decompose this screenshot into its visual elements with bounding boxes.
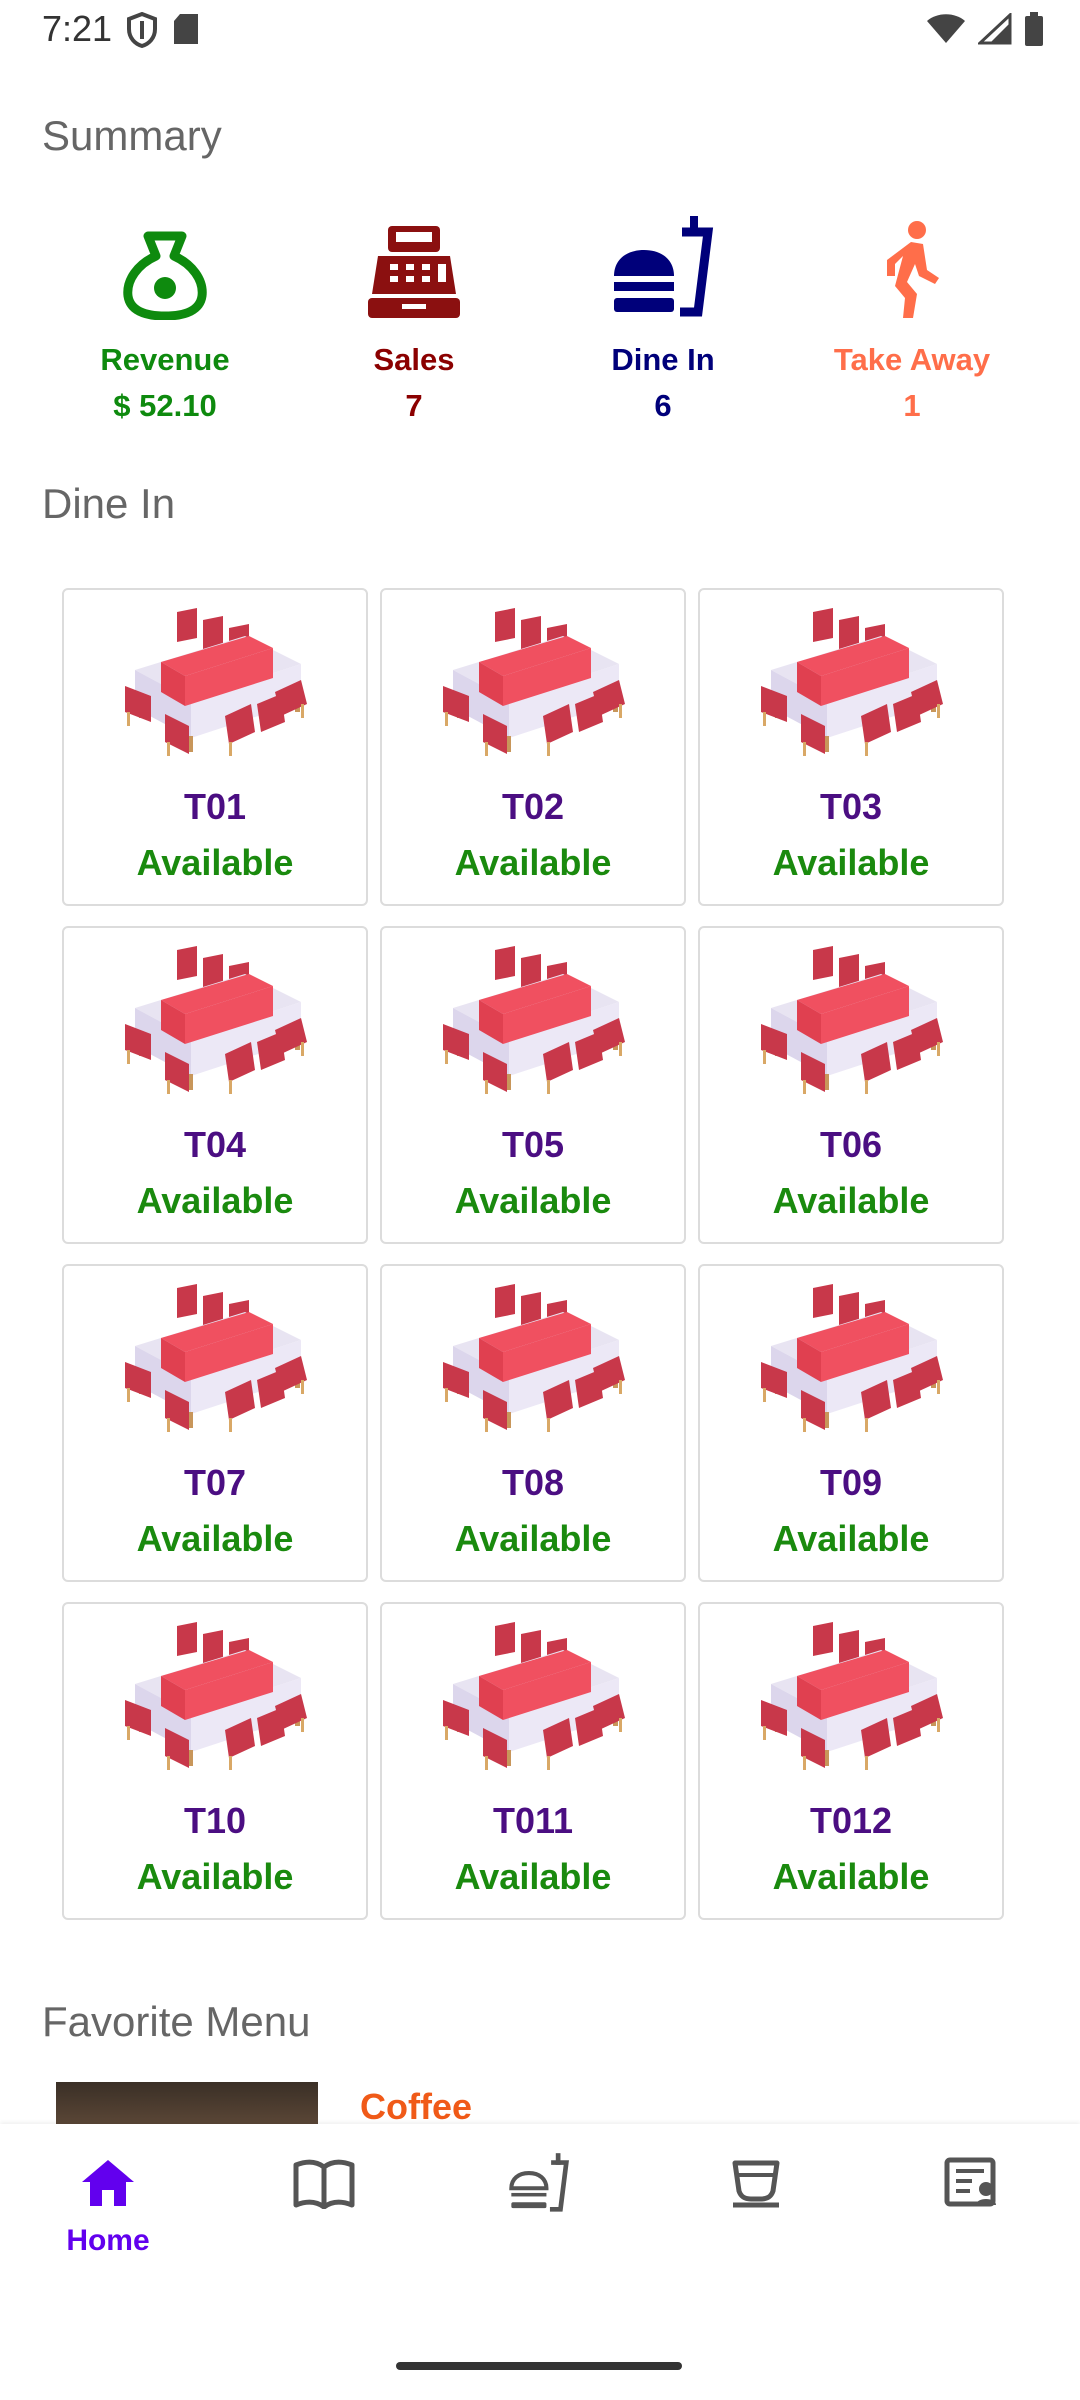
table-card-t01[interactable]: T01 Available [62,588,368,906]
table-status: Available [772,1856,930,1897]
table-card-t02[interactable]: T02 Available [380,588,686,906]
wifi-icon [926,13,966,50]
nav-home-label: Home [66,2224,150,2257]
signal-icon [976,11,1012,50]
table-status: Available [136,1518,294,1559]
table-card-t09[interactable]: T09 Available [698,1264,1004,1582]
sales-label: Sales [373,342,455,377]
dining-table-icon [761,1284,943,1432]
table-status: Available [454,1856,612,1897]
table-card-t07[interactable]: T07 Available [62,1264,368,1582]
summary-dine-in: Dine In 6 [538,200,788,424]
home-indicator[interactable] [396,2362,682,2370]
table-name: T09 [819,1462,883,1503]
table-card-t011[interactable]: T011 Available [380,1602,686,1920]
table-status: Available [454,842,612,883]
take-away-label: Take Away [833,342,991,377]
revenue-value: $ 52.10 [113,388,217,423]
table-status: Available [454,1518,612,1559]
nav-reports[interactable] [864,2148,1080,2218]
table-name: T04 [183,1124,247,1165]
cash-register-icon [289,200,539,320]
table-status: Available [772,1180,930,1221]
table-name: T02 [501,786,565,827]
favorite-item-name[interactable]: Coffee [360,2086,472,2128]
summary-revenue: Revenue $ 52.10 [40,200,290,424]
table-status: Available [772,842,930,883]
summary-take-away: Take Away 1 [787,200,1037,424]
take-away-value: 1 [903,388,921,423]
summary-title: Summary [42,112,222,159]
nav-home[interactable]: Home [0,2148,216,2258]
table-card-t04[interactable]: T04 Available [62,926,368,1244]
table-card-t05[interactable]: T05 Available [380,926,686,1244]
table-name: T011 [492,1800,574,1841]
summary-sales: Sales 7 [289,200,539,424]
report-icon [864,2148,1080,2218]
dining-table-icon [125,608,307,756]
summary-panel: Revenue $ 52.10 Sales 7 Dine In 6 Take A… [0,200,1080,430]
walking-person-icon [787,200,1037,320]
table-status: Available [136,1856,294,1897]
dine-in-title: Dine In [42,480,176,527]
menu-book-icon [216,2148,432,2218]
table-card-t08[interactable]: T08 Available [380,1264,686,1582]
dining-table-icon [443,1284,625,1432]
table-status: Available [772,1518,930,1559]
dine-in-value: 6 [654,388,672,423]
dining-table-icon [761,946,943,1094]
table-status: Available [136,842,294,883]
battery-icon [1024,12,1044,51]
sales-value: 7 [405,388,423,423]
table-card-t06[interactable]: T06 Available [698,926,1004,1244]
status-time: 7:21 [42,8,113,49]
table-status: Available [136,1180,294,1221]
coffee-thumbnail[interactable] [56,2082,318,2124]
status-bar: 7:21 [0,0,1080,64]
revenue-label: Revenue [100,342,230,377]
dining-table-icon [125,1284,307,1432]
table-name: T012 [809,1800,893,1841]
table-name: T08 [501,1462,565,1503]
dining-table-icon [125,946,307,1094]
dining-table-icon [443,1622,625,1770]
home-icon [0,2148,216,2218]
coffee-cup-icon [648,2148,864,2218]
dine-in-label: Dine In [611,342,715,377]
bottom-navigation: Home [0,2124,1080,2400]
dining-table-icon [761,1622,943,1770]
nav-dine-in[interactable] [432,2148,648,2218]
table-name: T07 [183,1462,247,1503]
sd-card-icon [172,12,200,53]
dining-table-icon [761,608,943,756]
table-status: Available [454,1180,612,1221]
dine-in-icon [538,200,788,320]
table-name: T10 [183,1800,247,1841]
dining-table-icon [443,608,625,756]
table-name: T01 [183,786,247,827]
money-bag-icon [40,200,290,320]
shield-icon [126,11,158,53]
nav-beverages[interactable] [648,2148,864,2218]
table-card-t03[interactable]: T03 Available [698,588,1004,906]
dining-table-icon [125,1622,307,1770]
table-name: T03 [819,786,883,827]
table-card-t012[interactable]: T012 Available [698,1602,1004,1920]
table-name: T05 [501,1124,565,1165]
table-name: T06 [819,1124,883,1165]
dining-table-icon [443,946,625,1094]
nav-menu[interactable] [216,2148,432,2218]
table-card-t10[interactable]: T10 Available [62,1602,368,1920]
favorite-menu-title: Favorite Menu [42,1998,311,2045]
dine-in-icon [432,2148,648,2218]
